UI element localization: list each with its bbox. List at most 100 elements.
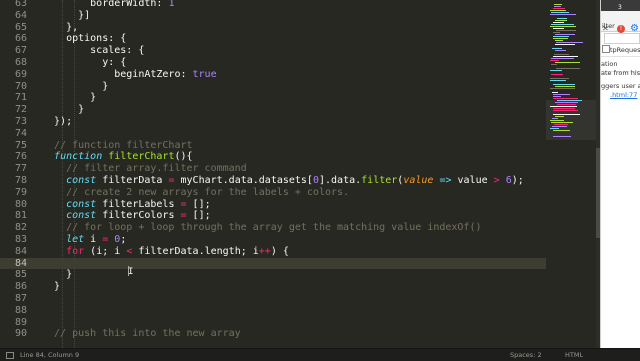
code-token: i [84,234,103,245]
minimap-line [553,8,565,9]
error-badge-icon[interactable]: ! [617,25,625,33]
minimap-line [553,28,564,29]
minimap-line [550,70,562,71]
code-text: } [42,104,84,116]
minimap-line [550,60,559,61]
line-number: 71 [14,92,27,104]
code-token: // create 2 new arrays for the labels + … [42,186,350,198]
code-line[interactable]: 88 [0,305,546,317]
code-line[interactable]: 83 let i = 0; [0,234,546,246]
minimap-line [553,130,570,131]
code-text: }); [42,116,72,128]
line-number: 75 [14,139,27,151]
filter-input[interactable] [604,33,640,44]
code-line[interactable]: 68 y: { [0,57,546,69]
line-number: 72 [14,104,27,116]
source-link[interactable]: .html:77 [610,91,637,99]
minimap-line [550,14,576,15]
panel-toggle-icon[interactable] [6,352,14,359]
line-number: 74 [14,127,27,139]
code-line[interactable]: 73 }); [0,116,546,128]
minimap-line [551,122,573,123]
code-token: value [403,175,434,186]
syntax-selector[interactable]: HTML [565,349,583,361]
minimap-line [553,38,568,39]
code-line[interactable]: 79 // create 2 new arrays for the labels… [0,187,546,199]
code-text: beginAtZero: true [42,69,216,81]
line-number: 67 [14,45,27,57]
line-number: 90 [14,328,27,340]
code-text: scales: { [42,45,144,57]
code-line[interactable]: 74 [0,128,546,140]
code-line[interactable]: 87 [0,293,546,305]
line-number: 84 [14,257,27,269]
code-line[interactable]: 80 const filterLabels = []; [0,199,546,211]
minimap-line [552,92,558,93]
code-line[interactable]: 64 }] [0,10,546,22]
checkbox[interactable] [602,45,610,53]
code-text: // for loop + loop through the array get… [42,222,481,234]
code-line[interactable]: 70 } [0,81,546,93]
devtools-filter-tab[interactable]: ilter [602,22,615,30]
minimap-line [553,98,578,99]
code-line[interactable]: 69 beginAtZero: true [0,69,546,81]
line-number: 64 [14,9,27,21]
code-line[interactable]: 90 // push this into the new array [0,328,546,340]
code-token: filterChart [108,151,175,163]
code-line[interactable]: 89 [0,317,546,329]
code-text: }, [42,22,78,34]
code-token: []; [186,198,211,210]
minimap-line [556,68,580,69]
code-text: } [42,269,72,281]
line-number: 88 [14,304,27,316]
code-token: // filter array.filter command [42,163,247,175]
code-line[interactable]: 63 borderWidth: 1 [0,0,546,10]
code-line[interactable]: 75 // function filterChart [0,140,546,152]
minimap[interactable] [546,0,596,348]
code-line[interactable]: 76 function filterChart(){ [0,151,546,163]
code-text: let i = 0; [42,234,126,246]
code-text: // function filterChart [42,140,192,152]
minimap-line [551,24,574,25]
code-token: }, [42,21,79,33]
code-line[interactable]: 84 for (i; i < filterData.length; i++) { [0,246,546,258]
code-line[interactable]: 78 const filterData = myChart.data.datas… [0,175,546,187]
code-token: filterData.length; i [132,245,259,257]
code-line[interactable]: 65 }, [0,22,546,34]
code-line[interactable]: 72 } [0,104,546,116]
code-line[interactable]: 77 // filter array.filter command [0,163,546,175]
minimap-line [553,136,571,137]
code-token: filterColors [96,210,181,222]
code-line[interactable]: 82 // for loop + loop through the array … [0,222,546,234]
line-number: 77 [14,163,27,175]
code-text: y: { [42,57,126,69]
line-number: 78 [14,175,27,186]
code-text: }] [42,10,90,22]
code-text: } [42,281,60,293]
code-token: } [42,269,73,281]
line-number: 70 [14,80,27,92]
indentation-setting[interactable]: Spaces: 2 [510,349,542,361]
code-line[interactable]: 85 } [0,269,546,281]
code-token: filterLabels [96,198,181,210]
minimap-line [553,114,580,115]
minimap-line [555,50,566,51]
code-token: }); [42,116,73,127]
code-token: []; [186,210,211,222]
code-editor[interactable]: 63 borderWidth: 1 64 }] 65 }, 66 options: {… [0,0,546,348]
minimap-line [551,74,563,75]
code-text: // filter array.filter command [42,163,247,175]
code-line[interactable]: 86 } [0,281,546,293]
code-line[interactable]: 84 [0,257,546,270]
minimap-line [550,78,569,79]
code-line[interactable]: 71 } [0,92,546,104]
code-line[interactable]: 67 scales: { [0,45,546,57]
minimap-line [550,120,564,121]
minimap-line [555,44,575,45]
code-line[interactable]: 66 options: { [0,33,546,45]
code-line[interactable]: 81 const filterColors = []; [0,210,546,222]
code-text: const filterColors = []; [42,210,211,222]
code-token: const [66,175,97,186]
